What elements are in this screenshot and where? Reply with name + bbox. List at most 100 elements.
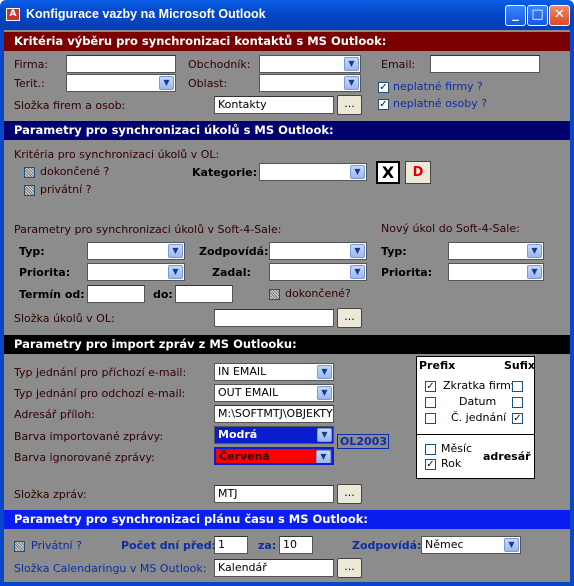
slozka-firem-browse-button[interactable]: ... [337, 95, 362, 115]
chevron-down-icon[interactable]: ▼ [317, 365, 332, 379]
chevron-down-icon[interactable]: ▼ [168, 244, 183, 258]
neplatne-firmy-checkbox[interactable]: ✓ [378, 82, 389, 93]
chevron-down-icon[interactable]: ▼ [317, 428, 332, 442]
mesic-checkbox[interactable] [425, 444, 436, 455]
firma-input[interactable] [66, 55, 176, 73]
zkratka-sufix-checkbox[interactable] [512, 381, 523, 392]
zadal-select[interactable]: ▼ [269, 263, 367, 281]
za-label: za: [258, 539, 277, 552]
close-button[interactable]: ✕ [549, 5, 570, 26]
task-criteria-label: Kritéria pro synchronizaci úkolů v OL: [14, 148, 220, 161]
email-input[interactable] [430, 55, 540, 73]
slozka-calendar-input[interactable]: Kalendář [214, 559, 334, 577]
chevron-down-icon[interactable]: ▼ [350, 265, 365, 279]
chevron-down-icon[interactable]: ▼ [159, 76, 174, 90]
neplatne-firmy-label: neplatné firmy ? [393, 80, 483, 93]
attach-input[interactable]: M:\SOFTMTJ\OBJEKTY [214, 405, 334, 423]
email-label: Email: [381, 58, 416, 71]
default-category-button[interactable]: D [405, 161, 431, 184]
priorita-select[interactable]: ▼ [87, 263, 185, 281]
pocet-dni-input[interactable]: 1 [214, 536, 248, 554]
adresar-label: adresář [483, 450, 531, 463]
chevron-down-icon[interactable]: ▼ [168, 265, 183, 279]
calendar-zodpovida-label: Zodpovídá: [352, 539, 422, 552]
color-import-label: Barva importované zprávy: [14, 430, 164, 443]
termin-od-label: Termín od: [19, 288, 85, 301]
outgoing-label: Typ jednání pro odchozí e-mail: [14, 387, 186, 400]
dokoncene-checkbox[interactable] [24, 167, 35, 178]
termin-do-label: do: [153, 288, 173, 301]
privatni-checkbox[interactable] [24, 185, 35, 196]
chevron-down-icon[interactable]: ▼ [316, 450, 331, 463]
clear-category-button[interactable]: X [376, 161, 400, 184]
minimize-button[interactable]: _ [505, 5, 526, 26]
dokoncene2-checkbox[interactable] [269, 289, 280, 300]
slozka-calendar-browse-button[interactable]: ... [337, 558, 362, 578]
chevron-down-icon[interactable]: ▼ [350, 244, 365, 258]
terit-label: Terit.: [14, 77, 45, 90]
chevron-down-icon[interactable]: ▼ [527, 244, 542, 258]
datum-label: Datum [459, 395, 497, 408]
dokoncene-label: dokončené ? [40, 165, 110, 178]
slozka-zprav-browse-button[interactable]: ... [337, 484, 362, 504]
prefix-label: Prefix [419, 359, 456, 372]
panel-divider [416, 434, 535, 435]
chevron-down-icon[interactable]: ▼ [344, 57, 359, 71]
chevron-down-icon[interactable]: ▼ [527, 265, 542, 279]
color-import-select[interactable]: Modrá ▼ [214, 426, 334, 444]
color-ignore-label: Barva ignorované zprávy: [14, 451, 155, 464]
oblast-label: Oblast: [188, 77, 228, 90]
dokoncene2-label: dokončené? [285, 287, 351, 300]
obchodnik-label: Obchodník: [188, 58, 251, 71]
cislo-prefix-checkbox[interactable] [425, 413, 436, 424]
incoming-select[interactable]: IN EMAIL ▼ [214, 363, 334, 381]
terit-select[interactable]: ▼ [66, 74, 176, 92]
mesic-label: Měsíc [441, 442, 473, 455]
calendar-privatni-checkbox[interactable] [14, 541, 25, 552]
datum-sufix-checkbox[interactable] [512, 397, 523, 408]
new-priorita-select[interactable]: ▼ [448, 263, 544, 281]
app-icon: A [6, 8, 20, 21]
chevron-down-icon[interactable]: ▼ [317, 386, 332, 400]
chevron-down-icon[interactable]: ▼ [350, 165, 365, 179]
termin-od-input[interactable] [87, 285, 145, 303]
color-ignore-select[interactable]: Červená ▼ [214, 447, 334, 465]
slozka-ukolu-input[interactable] [214, 309, 334, 327]
slozka-zprav-input[interactable]: MTJ [214, 485, 334, 503]
termin-do-input[interactable] [175, 285, 233, 303]
oblast-select[interactable]: ▼ [259, 74, 361, 92]
calendar-zodpovida-select[interactable]: Němec ▼ [421, 536, 521, 554]
zkratka-prefix-checkbox[interactable]: ✓ [425, 381, 436, 392]
slozka-firem-input[interactable]: Kontakty [214, 96, 334, 114]
za-input[interactable]: 10 [279, 536, 313, 554]
incoming-label: Typ jednání pro příchozí e-mail: [14, 366, 187, 379]
cislo-sufix-checkbox[interactable]: ✓ [512, 413, 523, 424]
import-header: Parametry pro import zpráv z MS Outlooku… [4, 335, 570, 354]
neplatne-osoby-label: neplatné osoby ? [393, 97, 488, 110]
obchodnik-select[interactable]: ▼ [259, 55, 361, 73]
kategorie-label: Kategorie: [192, 166, 258, 179]
attach-label: Adresář příloh: [14, 408, 95, 421]
chevron-down-icon[interactable]: ▼ [504, 538, 519, 552]
datum-prefix-checkbox[interactable] [425, 397, 436, 408]
new-typ-select[interactable]: ▼ [448, 242, 544, 260]
zodpovida-select[interactable]: ▼ [269, 242, 367, 260]
rok-checkbox[interactable]: ✓ [425, 459, 436, 470]
calendar-zodpovida-value: Němec [425, 538, 464, 551]
kategorie-select[interactable]: ▼ [259, 163, 367, 181]
neplatne-osoby-checkbox[interactable]: ✓ [378, 99, 389, 110]
slozka-firem-label: Složka firem a osob: [14, 99, 126, 112]
outgoing-select[interactable]: OUT EMAIL ▼ [214, 384, 334, 402]
sufix-label: Sufix [504, 359, 536, 372]
slozka-calendar-label: Složka Calendaringu v MS Outlook: [14, 562, 207, 575]
slozka-ukolu-browse-button[interactable]: ... [337, 308, 362, 328]
pocet-dni-label: Počet dní před: [121, 539, 217, 552]
chevron-down-icon[interactable]: ▼ [344, 76, 359, 90]
color-ignore-value: Červená [219, 450, 270, 463]
typ-select[interactable]: ▼ [87, 242, 185, 260]
new-task-label: Nový úkol do Soft-4-Sale: [381, 222, 520, 235]
slozka-ukolu-label: Složka úkolů v OL: [14, 312, 115, 325]
rok-label: Rok [441, 457, 462, 470]
maximize-button[interactable]: □ [527, 5, 548, 26]
new-priorita-label: Priorita: [381, 266, 433, 279]
